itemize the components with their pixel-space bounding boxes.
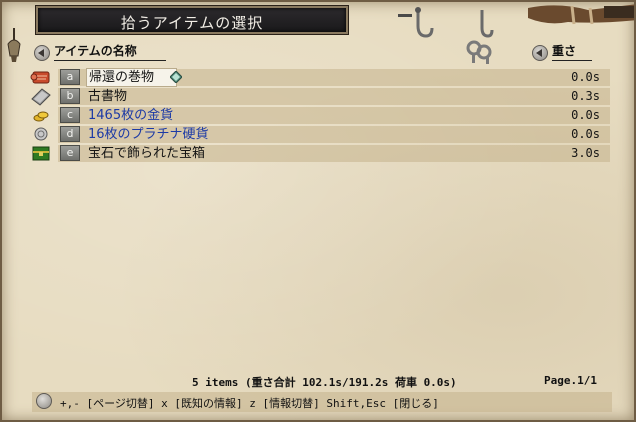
item-name[interactable]: 1465枚の金貨 bbox=[88, 107, 173, 124]
item-pickup-window: 拾うアイテムの選択 アイテムの名称 重さ a 帰還の巻物 0.0s b 古書物 … bbox=[0, 0, 636, 422]
corner-ornament-icon bbox=[528, 4, 634, 25]
item-row[interactable]: b 古書物 0.3s bbox=[2, 87, 634, 106]
treasure-chest-icon bbox=[32, 146, 50, 161]
item-key[interactable]: d bbox=[60, 126, 80, 142]
lamp-decoration-icon bbox=[7, 28, 21, 62]
column-header-weight: 重さ bbox=[552, 44, 592, 61]
item-row[interactable]: a 帰還の巻物 0.0s bbox=[2, 68, 634, 87]
item-weight: 3.0s bbox=[571, 146, 600, 160]
item-key[interactable]: a bbox=[60, 69, 80, 85]
selected-diamond-icon bbox=[170, 71, 182, 83]
item-key[interactable]: c bbox=[60, 107, 80, 123]
sort-weight-button[interactable] bbox=[532, 45, 548, 61]
item-name[interactable]: 古書物 bbox=[88, 88, 127, 105]
page-indicator: Page.1/1 bbox=[544, 374, 597, 387]
item-row[interactable]: d 16枚のプラチナ硬貨 0.0s bbox=[2, 125, 634, 144]
book-icon bbox=[31, 88, 51, 106]
item-weight: 0.0s bbox=[571, 127, 600, 141]
item-key[interactable]: e bbox=[60, 145, 80, 161]
item-weight: 0.3s bbox=[571, 89, 600, 103]
gold-coins-icon bbox=[33, 111, 49, 122]
items-summary: 5 items (重さ合計 102.1s/191.2s 荷車 0.0s) bbox=[192, 376, 457, 389]
platinum-coin-icon bbox=[34, 127, 48, 141]
title-bar: 拾うアイテムの選択 bbox=[36, 6, 348, 34]
item-name[interactable]: 16枚のプラチナ硬貨 bbox=[88, 126, 209, 143]
sort-name-button[interactable] bbox=[34, 45, 50, 61]
hook-decoration-icon bbox=[398, 7, 434, 38]
item-weight: 0.0s bbox=[571, 70, 600, 84]
item-row[interactable]: c 1465枚の金貨 0.0s bbox=[2, 106, 634, 125]
column-header-name: アイテムの名称 bbox=[54, 44, 166, 61]
row-background bbox=[58, 88, 610, 105]
item-name[interactable]: 宝石で飾られた宝箱 bbox=[88, 145, 205, 162]
scroll-icon bbox=[30, 71, 50, 84]
window-title: 拾うアイテムの選択 bbox=[120, 14, 264, 32]
item-weight: 0.0s bbox=[571, 108, 600, 122]
item-key[interactable]: b bbox=[60, 88, 80, 104]
item-row[interactable]: e 宝石で飾られた宝箱 3.0s bbox=[2, 144, 634, 163]
help-icon[interactable] bbox=[36, 393, 52, 409]
key-help-text: +,- [ページ切替] x [既知の情報] z [情報切替] Shift,Esc… bbox=[60, 397, 439, 410]
item-name[interactable]: 帰還の巻物 bbox=[86, 68, 178, 87]
keys-decoration-icon bbox=[466, 10, 494, 64]
